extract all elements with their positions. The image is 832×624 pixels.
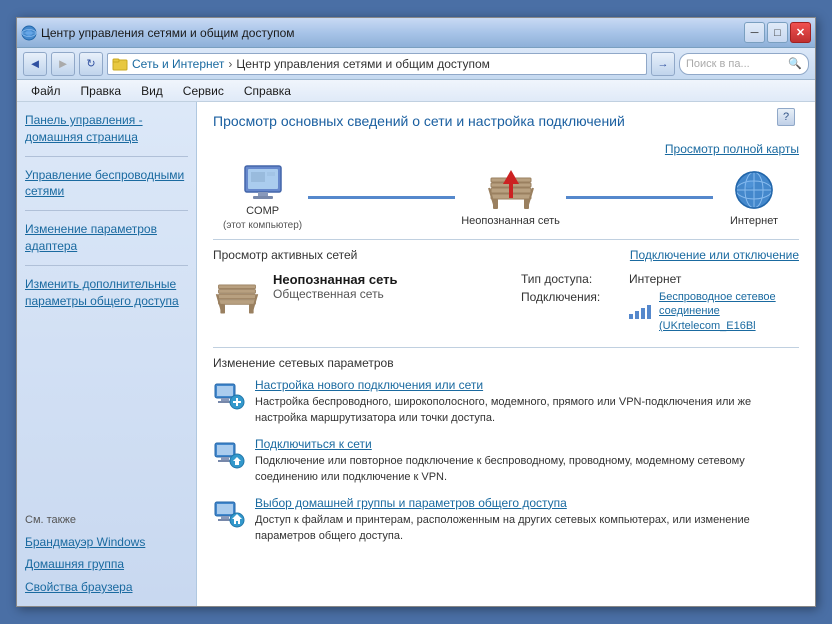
line2 <box>566 178 713 218</box>
network-label: Неопознанная сеть <box>461 215 560 227</box>
connect-icon <box>213 437 245 469</box>
network-diagram-section: Просмотр полной карты <box>213 142 799 231</box>
line1 <box>308 178 455 218</box>
comp-sublabel: (этот компьютер) <box>223 220 302 231</box>
sidebar-link-firewall[interactable]: Брандмауэр Windows <box>25 532 188 553</box>
breadcrumb-part1[interactable]: Сеть и Интернет <box>132 57 224 71</box>
menu-bar: Файл Правка Вид Сервис Справка <box>17 80 815 102</box>
settings-link-1[interactable]: Подключиться к сети <box>255 437 799 451</box>
network-item-details: Неопознанная сеть Общественная сеть <box>273 272 509 333</box>
access-type-value: Интернет <box>629 272 681 286</box>
search-placeholder: Поиск в па... <box>686 58 750 70</box>
refresh-button[interactable]: ↻ <box>79 52 103 76</box>
settings-item-0: Настройка нового подключения или сети На… <box>213 378 799 427</box>
prop-access-type: Тип доступа: Интернет Подключения: <box>521 272 799 333</box>
back-button[interactable]: ◄ <box>23 52 47 76</box>
help-button[interactable]: ? <box>777 108 795 126</box>
title-bar-left: Центр управления сетями и общим доступом <box>21 25 295 41</box>
internet-label: Интернет <box>730 215 778 227</box>
change-settings-label: Изменение сетевых параметров <box>213 356 799 370</box>
menu-edit[interactable]: Правка <box>73 82 130 100</box>
content-area: ? Просмотр основных сведений о сети и на… <box>197 102 815 606</box>
settings-icon-0 <box>213 378 245 410</box>
main-window: Центр управления сетями и общим доступом… <box>16 17 816 607</box>
sidebar-divider-3 <box>25 265 188 266</box>
active-networks-label: Просмотр активных сетей <box>213 248 357 262</box>
settings-text-0: Настройка нового подключения или сети На… <box>255 378 799 427</box>
main-content: Панель управления - домашняя страница Уп… <box>17 102 815 606</box>
title-bar-controls: ─ □ ✕ <box>744 22 811 43</box>
folder-icon <box>112 56 128 72</box>
divider-2 <box>213 347 799 348</box>
settings-text-2: Выбор домашней группы и параметров общег… <box>255 496 799 545</box>
menu-help[interactable]: Справка <box>236 82 299 100</box>
settings-icon-1 <box>213 437 245 469</box>
window-icon <box>21 25 37 41</box>
network-type: Общественная сеть <box>273 287 509 301</box>
sidebar-divider-2 <box>25 210 188 211</box>
network-name: Неопознанная сеть <box>273 272 398 287</box>
sidebar-link-adapter[interactable]: Изменение параметров адаптера <box>25 219 188 257</box>
bench-small-icon <box>213 274 261 318</box>
sidebar-divider-1 <box>25 156 188 157</box>
access-type-label: Тип доступа: <box>521 272 621 286</box>
arrow-indicator <box>503 170 519 198</box>
network-list-item: Неопознанная сеть Общественная сеть Тип … <box>213 268 799 337</box>
sidebar-link-sharing[interactable]: Изменить дополнительные параметры общего… <box>25 274 188 312</box>
network-item-icon <box>213 272 261 320</box>
connections-label: Подключения: <box>521 290 621 304</box>
sidebar-link-homegroup[interactable]: Домашняя группа <box>25 554 188 575</box>
settings-item-2: Выбор домашней группы и параметров общег… <box>213 496 799 545</box>
menu-view[interactable]: Вид <box>133 82 171 100</box>
forward-button[interactable]: ► <box>51 52 75 76</box>
network-node: Неопознанная сеть <box>461 168 560 227</box>
divider-1 <box>213 239 799 240</box>
new-connection-icon <box>213 378 245 410</box>
breadcrumb-current: Центр управления сетями и общим доступом <box>236 57 490 71</box>
comp-label: COMP <box>246 205 279 217</box>
settings-text-1: Подключиться к сети Подключение или повт… <box>255 437 799 486</box>
globe-icon <box>732 168 776 212</box>
minimize-button[interactable]: ─ <box>744 22 765 43</box>
breadcrumb-sep1: › <box>228 57 232 71</box>
internet-node: Интернет <box>719 168 789 227</box>
maximize-button[interactable]: □ <box>767 22 788 43</box>
title-bar: Центр управления сетями и общим доступом… <box>17 18 815 48</box>
go-button[interactable]: → <box>651 52 675 76</box>
search-bar[interactable]: Поиск в па... 🔍 <box>679 53 809 75</box>
settings-icon-2 <box>213 496 245 528</box>
computer-icon <box>241 164 285 202</box>
computer-node: COMP (этот компьютер) <box>223 164 302 231</box>
signal-bars <box>629 305 651 319</box>
settings-desc-1: Подключение или повторное подключение к … <box>255 455 745 483</box>
settings-desc-0: Настройка беспроводного, широкополосного… <box>255 396 751 424</box>
content-inner: ? Просмотр основных сведений о сети и на… <box>197 102 815 564</box>
close-button[interactable]: ✕ <box>790 22 811 43</box>
address-bar: ◄ ► ↻ Сеть и Интернет › Центр управления… <box>17 48 815 80</box>
network-properties: Тип доступа: Интернет Подключения: <box>521 272 799 333</box>
see-also-label: См. также <box>25 514 188 526</box>
search-icon: 🔍 <box>788 57 802 70</box>
title-text: Центр управления сетями и общим доступом <box>41 26 295 40</box>
settings-desc-2: Доступ к файлам и принтерам, расположенн… <box>255 514 750 542</box>
connect-disconnect-link[interactable]: Подключение или отключение <box>630 248 799 262</box>
sidebar-link-wireless[interactable]: Управление беспроводными сетями <box>25 165 188 203</box>
settings-item-1: Подключиться к сети Подключение или повт… <box>213 437 799 486</box>
settings-link-2[interactable]: Выбор домашней группы и параметров общег… <box>255 496 799 510</box>
content-title: Просмотр основных сведений о сети и наст… <box>213 112 799 130</box>
settings-link-0[interactable]: Настройка нового подключения или сети <box>255 378 799 392</box>
active-networks-header: Просмотр активных сетей Подключение или … <box>213 248 799 262</box>
connections-value[interactable]: Беспроводное сетевое соединение (UKrtele… <box>659 290 799 333</box>
sidebar-link-browser[interactable]: Свойства браузера <box>25 577 188 598</box>
network-diagram: COMP (этот компьютер) <box>213 164 799 231</box>
menu-service[interactable]: Сервис <box>175 82 232 100</box>
sidebar-link-home[interactable]: Панель управления - домашняя страница <box>25 110 188 148</box>
view-full-map-link[interactable]: Просмотр полной карты <box>213 142 799 156</box>
homegroup-icon <box>213 496 245 528</box>
sidebar: Панель управления - домашняя страница Уп… <box>17 102 197 606</box>
menu-file[interactable]: Файл <box>23 82 69 100</box>
breadcrumb: Сеть и Интернет › Центр управления сетям… <box>107 53 647 75</box>
